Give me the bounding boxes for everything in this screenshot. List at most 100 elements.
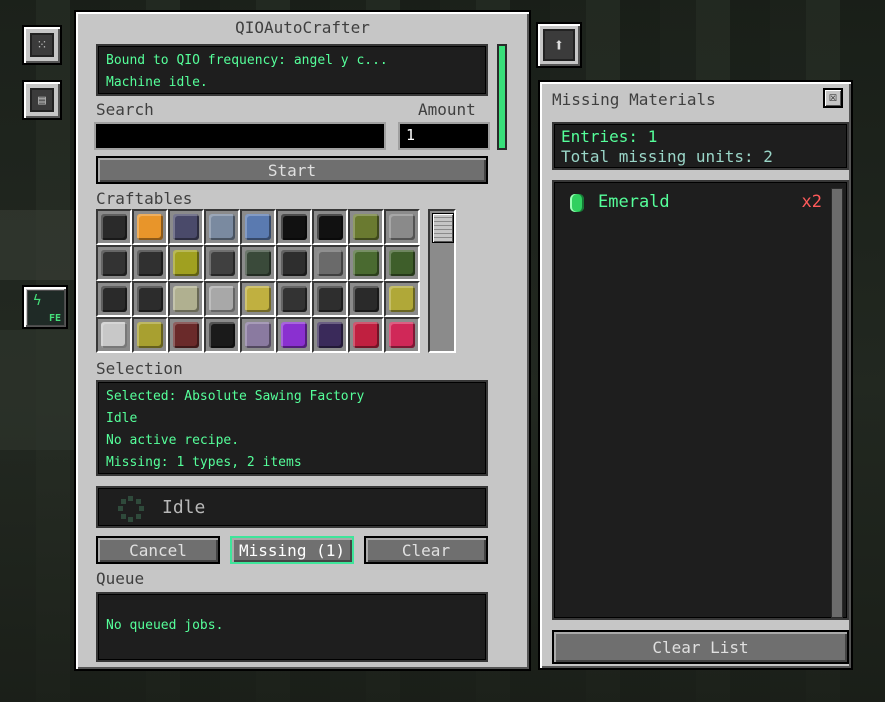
status-machine: Machine idle. xyxy=(106,75,208,90)
factory-black-icon xyxy=(281,250,307,276)
autocrafter-window: QIOAutoCrafter Bound to QIO frequency: a… xyxy=(74,10,531,671)
craftable-slot[interactable] xyxy=(312,245,348,281)
total-missing-units: Total missing units: 2 xyxy=(561,147,773,166)
missing-title: Missing Materials xyxy=(552,90,716,109)
craftable-slot[interactable] xyxy=(96,245,132,281)
pale-block-icon xyxy=(209,286,235,312)
craftable-slot[interactable] xyxy=(240,245,276,281)
craftable-slot[interactable] xyxy=(96,317,132,353)
craftable-slot[interactable] xyxy=(348,209,384,245)
craftable-slot[interactable] xyxy=(168,317,204,353)
craftable-slot[interactable] xyxy=(276,317,312,353)
red-crab-icon xyxy=(389,322,415,348)
amount-input[interactable]: 1 xyxy=(398,122,490,150)
craftable-slot[interactable] xyxy=(276,281,312,317)
selection-line: Missing: 1 types, 2 items xyxy=(106,455,302,470)
red-crab-icon xyxy=(353,322,379,348)
factory-black-icon xyxy=(101,286,127,312)
craftable-slot[interactable] xyxy=(384,281,420,317)
search-input[interactable] xyxy=(94,122,386,150)
factory-black-icon xyxy=(101,250,127,276)
scrollbar-thumb[interactable] xyxy=(432,213,454,243)
factory-black-icon xyxy=(353,286,379,312)
grid-icon: ⁙ xyxy=(30,33,54,57)
craftable-slot[interactable] xyxy=(240,209,276,245)
search-label: Search xyxy=(96,100,154,119)
green-block-icon xyxy=(389,250,415,276)
craftable-slot[interactable] xyxy=(348,281,384,317)
black-hat-icon xyxy=(209,322,235,348)
craftable-slot[interactable] xyxy=(384,317,420,353)
craftable-slot[interactable] xyxy=(204,317,240,353)
scope-blue-icon xyxy=(209,214,235,240)
item-name: Emerald xyxy=(598,192,670,212)
craftable-slot[interactable] xyxy=(312,281,348,317)
craftable-slot[interactable] xyxy=(348,245,384,281)
yellow-core-icon xyxy=(173,250,199,276)
craftable-slot[interactable] xyxy=(384,245,420,281)
world-background-block xyxy=(0,210,75,280)
craftable-slot[interactable] xyxy=(96,281,132,317)
energy-bar xyxy=(497,44,507,150)
item-count: x2 xyxy=(801,192,822,212)
craftable-slot[interactable] xyxy=(168,209,204,245)
red-block-icon xyxy=(173,322,199,348)
dark-orb-icon xyxy=(317,322,343,348)
craftable-slot[interactable] xyxy=(132,209,168,245)
craftable-slot[interactable] xyxy=(348,317,384,353)
sidebar-grid-button[interactable]: ⁙ xyxy=(22,25,62,65)
list-item[interactable]: Emerald x2 xyxy=(566,192,822,214)
craftable-slot[interactable] xyxy=(132,281,168,317)
queue-label: Queue xyxy=(96,569,145,588)
queue-list: No queued jobs. xyxy=(96,592,488,662)
factory-black-icon xyxy=(317,286,343,312)
craftable-slot[interactable] xyxy=(312,317,348,353)
white-robot-icon xyxy=(101,322,127,348)
energy-mode-button[interactable]: ϟ FE xyxy=(22,285,68,329)
start-button[interactable]: Start xyxy=(96,156,488,184)
status-frequency: Bound to QIO frequency: angel y c... xyxy=(106,53,388,68)
cancel-button[interactable]: Cancel xyxy=(96,536,220,564)
list-scrollbar[interactable] xyxy=(831,188,843,618)
status-display: Bound to QIO frequency: angel y c... Mac… xyxy=(96,44,488,96)
craftable-slot[interactable] xyxy=(384,209,420,245)
selection-line: Idle xyxy=(106,411,138,426)
factory-green-icon xyxy=(245,250,271,276)
craftable-slot[interactable] xyxy=(276,245,312,281)
progress-status-box: Idle xyxy=(96,486,488,528)
green-block-icon xyxy=(353,250,379,276)
factory-black-icon xyxy=(281,286,307,312)
craftable-slot[interactable] xyxy=(168,281,204,317)
craftable-slot[interactable] xyxy=(312,209,348,245)
list-icon: ▤ xyxy=(30,88,54,112)
missing-summary: Entries: 1 Total missing units: 2 xyxy=(552,122,849,170)
selection-line: No active recipe. xyxy=(106,433,240,448)
craftable-slot[interactable] xyxy=(240,281,276,317)
clear-button[interactable]: Clear xyxy=(364,536,488,564)
craftable-slot[interactable] xyxy=(204,281,240,317)
craftable-slot[interactable] xyxy=(96,209,132,245)
craftable-slot[interactable] xyxy=(276,209,312,245)
sidebar-list-button[interactable]: ▤ xyxy=(22,80,62,120)
craftables-scrollbar[interactable] xyxy=(428,209,456,353)
yellow-cubes-icon xyxy=(245,286,271,312)
craftable-slot[interactable] xyxy=(132,317,168,353)
yellow-cubes-icon xyxy=(389,286,415,312)
idle-status-text: Idle xyxy=(162,497,206,518)
amount-label: Amount xyxy=(418,100,476,119)
missing-button[interactable]: Missing (1) xyxy=(230,536,354,564)
emerald-icon xyxy=(570,194,584,212)
craftable-slot[interactable] xyxy=(204,209,240,245)
arrow-up-icon: ⬆ xyxy=(543,29,575,61)
craftable-slot[interactable] xyxy=(168,245,204,281)
craftable-slot[interactable] xyxy=(204,245,240,281)
craftable-slot[interactable] xyxy=(132,245,168,281)
selection-details: Selected: Absolute Sawing Factory Idle N… xyxy=(96,380,488,476)
black-block-icon xyxy=(101,214,127,240)
factory-black-icon xyxy=(137,286,163,312)
upload-button[interactable]: ⬆ xyxy=(536,22,582,68)
clear-list-button[interactable]: Clear List xyxy=(552,630,849,664)
close-icon[interactable]: ☒ xyxy=(823,88,843,108)
craftables-grid xyxy=(96,209,420,353)
craftable-slot[interactable] xyxy=(240,317,276,353)
